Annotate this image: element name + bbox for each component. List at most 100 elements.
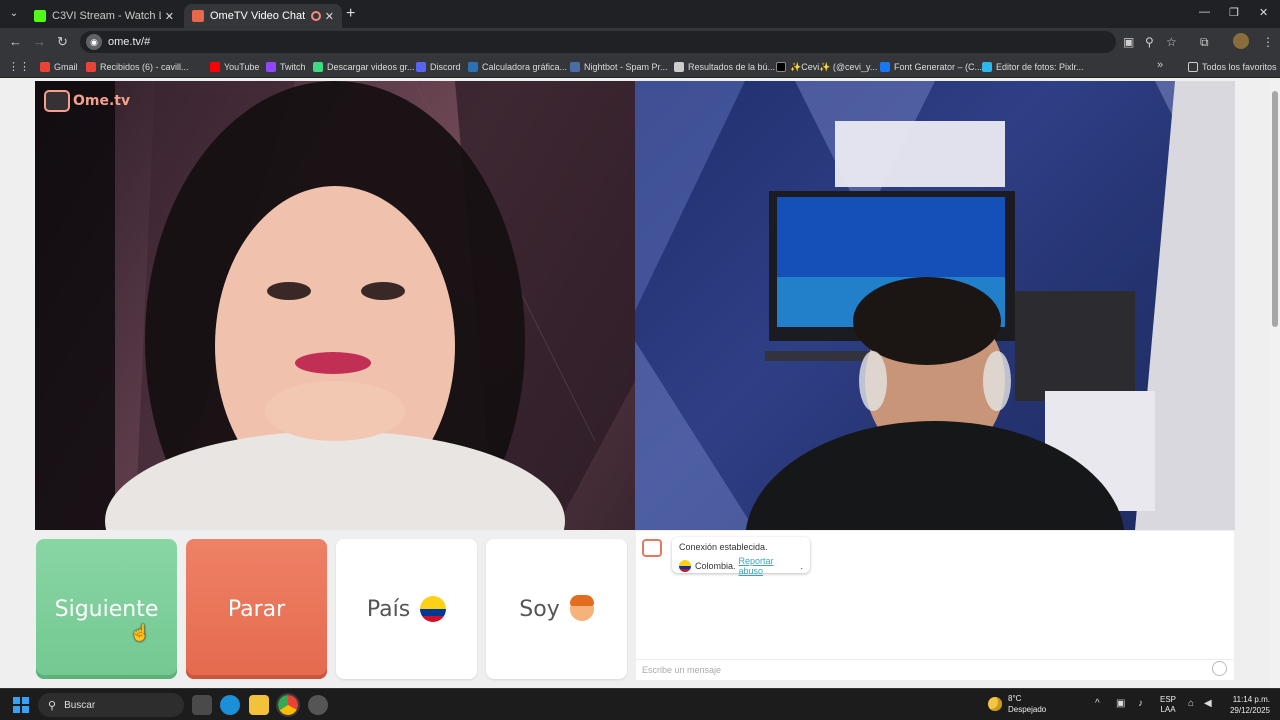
close-window-icon[interactable]: ✕ <box>1259 6 1268 19</box>
stop-button-label: Parar <box>227 596 286 622</box>
bookmark-gmail[interactable]: Gmail <box>40 60 78 74</box>
self-video <box>635 81 1235 530</box>
tv-logo-icon <box>44 90 70 112</box>
profile-avatar[interactable] <box>1233 33 1249 49</box>
bookmark-star-icon[interactable]: ☆ <box>1166 35 1177 49</box>
minimize-icon[interactable]: — <box>1199 6 1210 18</box>
extensions-icon[interactable]: ⧉ <box>1200 35 1209 50</box>
menu-icon[interactable]: ⋮ <box>1262 35 1274 49</box>
country-filter-button[interactable]: País <box>336 539 477 679</box>
bookmark-font-generator[interactable]: Font Generator – (C... <box>880 60 982 74</box>
desmos-icon <box>468 62 478 72</box>
report-suffix: . <box>800 561 803 571</box>
bookmark-calculator[interactable]: Calculadora gráfica... <box>468 60 567 74</box>
partner-country-text: Colombia. <box>694 561 736 571</box>
ometv-page: Ome.tv Siguiente Parar País Soy ☝ Conexi… <box>0 79 1280 688</box>
bookmark-inbox[interactable]: Recibidos (6) - cavill... <box>86 60 189 74</box>
boy-emoji-icon <box>569 595 594 621</box>
clock-date: 29/12/2025 <box>1229 706 1270 715</box>
page-scrollbar[interactable] <box>1270 79 1280 688</box>
system-message: Conexión establecida. Colombia. Reportar… <box>672 537 810 576</box>
gender-button-label: Soy <box>519 596 560 622</box>
message-placeholder: Escribe un mensaje <box>642 665 722 675</box>
more-bookmarks-icon[interactable]: » <box>1157 59 1163 71</box>
bookmark-label: Recibidos (6) - cavill... <box>100 62 189 72</box>
tab-kick-stream[interactable]: C3VI Stream - Watch Live on Kick ✕ <box>26 4 182 28</box>
discord-icon <box>416 62 426 72</box>
stranger-video-feed <box>35 81 635 530</box>
report-abuse-link[interactable]: Reportar abuso <box>739 556 801 576</box>
ometv-chat-logo-icon <box>642 539 662 557</box>
bookmark-video-downloader[interactable]: Descargar videos gr... <box>313 60 415 74</box>
ometv-logo[interactable]: Ome.tv <box>44 89 130 113</box>
edge-icon[interactable] <box>220 695 240 715</box>
chrome-icon[interactable] <box>276 693 300 717</box>
scrollbar-thumb[interactable] <box>1272 91 1278 327</box>
tab-title: C3VI Stream - Watch Live on Kick <box>52 10 161 22</box>
bookmark-label: ✨Cevi✨ (@cevi_y... <box>790 61 878 72</box>
gender-select-button[interactable]: Soy <box>486 539 627 679</box>
kick-favicon-icon <box>34 10 46 22</box>
weather-widget[interactable]: 8°C Despejado <box>988 693 1046 715</box>
download-icon <box>313 62 323 72</box>
nightbot-icon <box>570 62 580 72</box>
new-tab-button[interactable]: + <box>346 5 355 23</box>
lang-top: ESP <box>1160 695 1177 704</box>
bookmark-twitch[interactable]: Twitch <box>266 60 306 74</box>
site-info-icon[interactable]: ◉ <box>86 34 102 50</box>
emoji-picker-icon[interactable] <box>1212 661 1227 676</box>
message-input[interactable]: Escribe un mensaje <box>636 659 1234 680</box>
bookmark-label: Gmail <box>54 62 78 72</box>
bookmark-youtube[interactable]: YouTube <box>210 60 259 74</box>
bookmark-tiktok[interactable]: ✨Cevi✨ (@cevi_y... <box>776 60 877 74</box>
input-language[interactable]: ESP LAA <box>1160 695 1176 715</box>
stranger-video: Ome.tv <box>35 81 635 530</box>
windows-taskbar: ⚲ Buscar 8°C Despejado ^ ▣ ♪ ESP LAA ⌂ ◀… <box>0 688 1280 720</box>
reload-icon[interactable]: ↻ <box>57 34 68 50</box>
folder-icon <box>1188 62 1198 72</box>
windows-start-icon[interactable] <box>13 697 29 713</box>
browser-toolbar: ← → ↻ ◉ ome.tv/# ▣ ⚲ ☆ ⧉ ⋮ <box>0 28 1280 56</box>
page-icon <box>674 62 684 72</box>
apps-grid-icon[interactable]: ⋮⋮ <box>8 60 30 73</box>
bookmark-label: YouTube <box>224 62 260 72</box>
bookmarks-bar: ⋮⋮ Gmail Recibidos (6) - cavill... YouTu… <box>0 56 1280 78</box>
restore-icon[interactable]: ❐ <box>1229 6 1239 19</box>
all-bookmarks-folder[interactable]: Todos los favoritos <box>1188 60 1277 74</box>
recording-indicator-icon <box>310 11 321 21</box>
file-explorer-icon[interactable] <box>249 695 269 715</box>
next-button-label: Siguiente <box>54 596 159 622</box>
volume-icon[interactable]: ◀ <box>1204 698 1212 709</box>
bookmark-nightbot[interactable]: Nightbot - Spam Pr... <box>570 60 668 74</box>
cast-icon[interactable]: ▣ <box>1123 35 1134 49</box>
app-icon[interactable] <box>308 695 328 715</box>
tab-search-button[interactable]: ⌄ <box>4 4 24 24</box>
browser-tabstrip: ⌄ C3VI Stream - Watch Live on Kick ✕ Ome… <box>0 0 1280 28</box>
bookmark-label: Resultados de la bú... <box>688 62 776 72</box>
address-bar[interactable]: ◉ ome.tv/# <box>80 31 1116 53</box>
close-tab-icon[interactable]: ✕ <box>165 10 174 23</box>
back-icon[interactable]: ← <box>9 34 22 49</box>
self-video-feed <box>635 81 1235 530</box>
tray-app-icon[interactable]: ▣ <box>1116 698 1125 709</box>
url-text: ome.tv/# <box>108 36 151 48</box>
close-tab-icon[interactable]: ✕ <box>325 10 334 23</box>
tab-ometv[interactable]: OmeTV Video Chat — Ome ✕ <box>184 4 342 28</box>
youtube-icon <box>86 62 96 72</box>
microphone-icon[interactable]: ♪ <box>1138 698 1143 709</box>
forward-icon[interactable]: → <box>33 34 46 49</box>
zoom-icon[interactable]: ⚲ <box>1145 35 1154 49</box>
task-view-icon[interactable] <box>192 695 212 715</box>
bookmark-search-results[interactable]: Resultados de la bú... <box>674 60 775 74</box>
network-icon[interactable]: ⌂ <box>1188 698 1194 709</box>
country-button-label: País <box>366 596 411 622</box>
bookmark-pixlr[interactable]: Editor de fotos: Pixlr... <box>982 60 1084 74</box>
next-button[interactable]: Siguiente <box>36 539 177 679</box>
bookmark-label: Todos los favoritos <box>1202 62 1277 72</box>
show-hidden-icons-icon[interactable]: ^ <box>1095 698 1100 709</box>
taskbar-clock[interactable]: 11:14 p.m. 29/12/2025 <box>1222 694 1270 716</box>
stop-button[interactable]: Parar <box>186 539 327 679</box>
taskbar-search[interactable]: ⚲ Buscar <box>38 693 184 717</box>
logo-text: Ome.tv <box>73 93 131 109</box>
bookmark-discord[interactable]: Discord <box>416 60 461 74</box>
